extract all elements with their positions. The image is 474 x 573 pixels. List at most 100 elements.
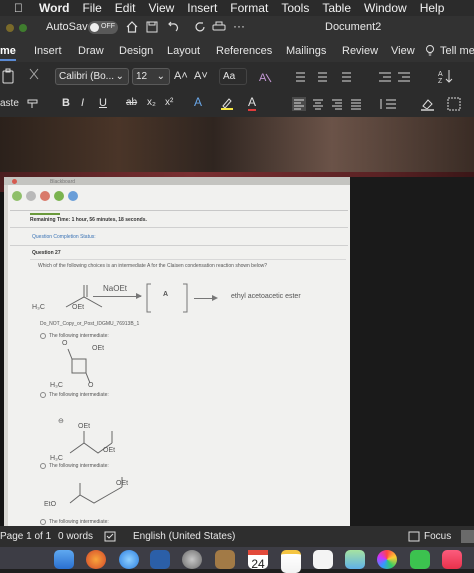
grow-font-button[interactable]: A˄ <box>174 70 188 82</box>
page-count[interactable]: Page 1 of 1 <box>0 531 51 542</box>
firefox-icon[interactable] <box>86 550 106 569</box>
clear-formatting-icon[interactable]: A <box>258 70 272 84</box>
apple-icon[interactable]:  <box>14 1 23 15</box>
contacts-icon[interactable] <box>215 550 235 569</box>
format-painter-icon[interactable] <box>26 97 40 109</box>
list-buttons[interactable] <box>293 70 413 84</box>
intermediate-box <box>146 283 188 313</box>
tab-mailings[interactable]: Mailings <box>286 45 326 57</box>
tab-design[interactable]: Design <box>119 45 153 57</box>
underline-button[interactable]: U <box>99 97 107 109</box>
watermark-text: Do_NOT_Copy_or_Post_IDGMU_76913B_1 <box>40 321 140 327</box>
tab-view[interactable]: View <box>391 45 415 57</box>
photos-icon[interactable] <box>377 550 397 569</box>
font-name-value: Calibri (Bo... <box>59 71 115 82</box>
subscript-button[interactable]: x₂ <box>147 97 156 108</box>
focus-icon[interactable] <box>408 531 420 542</box>
tab-references[interactable]: References <box>216 45 272 57</box>
undo-icon[interactable] <box>166 21 182 33</box>
more-commands[interactable]: ··· <box>233 19 245 33</box>
tab-review[interactable]: Review <box>342 45 378 57</box>
change-case-label: Aa <box>223 71 236 82</box>
maps-icon[interactable] <box>345 550 365 569</box>
option-3-h3c: H₃C <box>50 455 63 462</box>
autosave-toggle[interactable]: OFF <box>88 21 118 34</box>
redo-icon[interactable] <box>194 21 206 33</box>
line-spacing-icon[interactable] <box>378 97 400 111</box>
option-4-structure <box>69 477 123 504</box>
document-canvas[interactable]: Blackboard Remaining Time: 1 hour, 56 mi… <box>0 117 474 526</box>
text-effects-button[interactable]: A <box>194 95 202 109</box>
photographed-screen: Blackboard Remaining Time: 1 hour, 56 mi… <box>4 177 350 526</box>
option-3-oet: OEt <box>78 423 91 430</box>
focus-button[interactable]: Focus <box>424 531 451 542</box>
tab-layout[interactable]: Layout <box>167 45 200 57</box>
finder-icon[interactable] <box>54 550 74 569</box>
print-icon[interactable] <box>212 21 226 33</box>
menu-insert[interactable]: Insert <box>187 1 217 15</box>
menu-edit[interactable]: Edit <box>115 1 136 15</box>
option-4-oet: OEt <box>116 480 129 487</box>
option-1-radio[interactable] <box>40 333 46 339</box>
menu-window[interactable]: Window <box>364 1 407 15</box>
bold-button[interactable]: B <box>62 97 70 109</box>
save-icon[interactable] <box>146 21 158 33</box>
borders-icon[interactable] <box>447 97 461 111</box>
reminders-icon[interactable] <box>313 550 333 569</box>
nav-button <box>54 191 64 201</box>
mac-dock: 24 <box>0 547 474 573</box>
superscript-button[interactable]: x² <box>165 97 173 108</box>
change-case-button[interactable]: Aa <box>219 68 247 85</box>
menu-app-name[interactable]: Word <box>39 1 69 15</box>
calendar-icon[interactable]: 24 <box>248 550 268 571</box>
notes-icon[interactable] <box>281 550 301 573</box>
font-name-dropdown[interactable]: Calibri (Bo... ⌄ <box>55 68 129 85</box>
photo-background-top <box>0 117 474 177</box>
svg-text:Z: Z <box>438 78 443 84</box>
app-icon[interactable] <box>150 550 170 569</box>
proofing-icon[interactable] <box>104 531 116 542</box>
option-2-radio[interactable] <box>40 392 46 398</box>
tab-home[interactable]: me <box>0 45 16 61</box>
italic-button[interactable]: I <box>81 97 84 109</box>
completion-status-link[interactable]: Question Completion Status: <box>32 234 96 240</box>
sort-icon[interactable]: AZ <box>437 68 453 84</box>
font-size-dropdown[interactable]: 12 ⌄ <box>132 68 170 85</box>
menu-help[interactable]: Help <box>420 1 445 15</box>
tab-insert[interactable]: Insert <box>34 45 62 57</box>
shading-icon[interactable] <box>420 97 436 111</box>
font-color-button[interactable]: A <box>248 95 257 111</box>
nav-button <box>12 191 22 201</box>
paste-icon[interactable] <box>2 68 16 84</box>
option-3-oet2: OEt <box>103 447 116 454</box>
option-3-radio[interactable] <box>40 463 46 469</box>
cut-icon[interactable] <box>28 68 40 80</box>
music-icon[interactable] <box>442 550 462 569</box>
paste-label[interactable]: aste <box>0 98 19 109</box>
option-4-radio[interactable] <box>40 519 46 525</box>
launchpad-icon[interactable] <box>182 550 202 569</box>
tell-me-search[interactable]: Tell me <box>440 45 474 57</box>
view-layout-button[interactable] <box>461 530 474 543</box>
menu-view[interactable]: View <box>148 1 174 15</box>
option-1-o-bottom: O <box>88 382 94 389</box>
strikethrough-button[interactable]: ab <box>126 97 137 108</box>
highlight-icon[interactable] <box>220 96 234 110</box>
word-count[interactable]: 0 words <box>58 531 93 542</box>
home-icon[interactable] <box>126 21 138 33</box>
ester-right-group: OEt <box>72 304 85 311</box>
menu-tools[interactable]: Tools <box>281 1 309 15</box>
zoom-button[interactable] <box>19 24 27 32</box>
reagent-label: NaOEt <box>103 284 128 293</box>
option-1-h3c: H₃C <box>50 382 63 389</box>
minimize-button[interactable] <box>6 24 14 32</box>
menu-file[interactable]: File <box>82 1 101 15</box>
shrink-font-button[interactable]: A˅ <box>194 70 208 82</box>
menu-format[interactable]: Format <box>230 1 268 15</box>
tab-draw[interactable]: Draw <box>78 45 104 57</box>
messages-icon[interactable] <box>410 550 430 569</box>
language-indicator[interactable]: English (United States) <box>133 531 235 542</box>
align-buttons[interactable] <box>292 97 372 111</box>
safari-icon[interactable] <box>119 550 139 569</box>
menu-table[interactable]: Table <box>322 1 351 15</box>
